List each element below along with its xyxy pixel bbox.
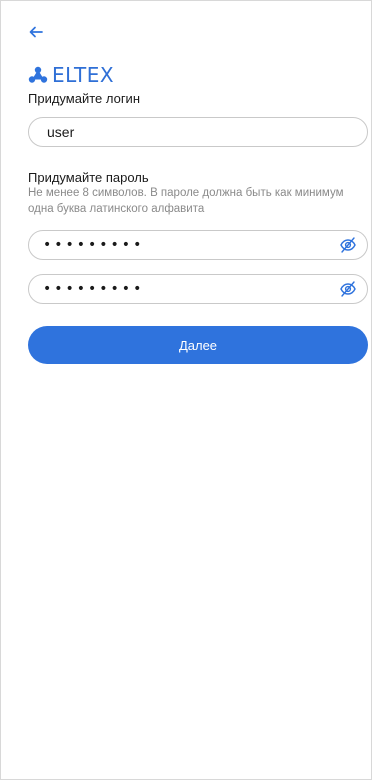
eye-off-icon [340,237,356,253]
arrow-left-icon [29,26,43,38]
password-confirm-value: ••••••••• [43,281,145,297]
login-field-wrapper[interactable] [28,117,368,147]
password-confirm-field[interactable]: ••••••••• [28,274,368,304]
next-button[interactable]: Далее [28,326,368,364]
logo-text: ELTEX [52,63,115,87]
eltex-logo-mark-icon [28,66,48,83]
password-field[interactable]: ••••••••• [28,230,368,260]
login-label: Придумайте логин [28,91,140,106]
password-confirm-visibility-toggle[interactable] [337,278,359,300]
password-hint: Не менее 8 символов. В пароле должна быт… [28,187,344,215]
eye-off-icon [340,281,356,297]
login-input[interactable] [29,119,327,145]
eltex-logo: ELTEX [28,63,115,87]
password-value: ••••••••• [43,237,145,253]
password-label: Придумайте пароль [28,170,149,185]
back-button[interactable] [22,18,50,46]
password-visibility-toggle[interactable] [337,234,359,256]
